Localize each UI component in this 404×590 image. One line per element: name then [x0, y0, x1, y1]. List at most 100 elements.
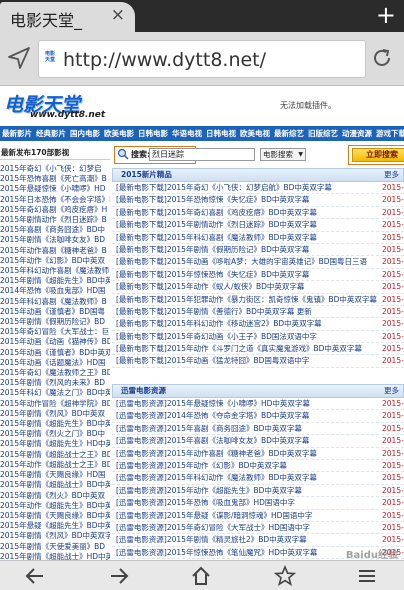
list-item[interactable]: [最新电影下载]2015年犯罪动作《暴力街区：凯奇惊悚《鬼镇》BD中英双字幕 20…: [112, 294, 404, 306]
movie-link[interactable]: [迅雷电影资源]2015年惊悚恐怖《笔仙魔咒》HD中英双字幕: [112, 548, 317, 557]
sidebar-link[interactable]: 2015年日本恐怖《不会会字塔》BD: [0, 195, 110, 205]
sidebar-link[interactable]: 2015年科幻《魔法之门》BD中英: [0, 388, 110, 398]
sidebar-link[interactable]: 2015年剧情《假期历险记》BD: [0, 317, 110, 327]
list-item[interactable]: [迅雷电影资源]2015年悬疑《谍影/暗洞惊魂》HD国语中字 2015-1: [112, 510, 404, 522]
list-item[interactable]: [迅雷电影资源]2015年喜剧《商务囧途》BD中英双字幕 2015-1: [112, 423, 404, 436]
list-item[interactable]: [最新电影下载]2015年动作《蚁人/蚁侠》BD中英双字幕 2015-1: [112, 281, 404, 294]
list-item[interactable]: [最新电影下载]2015年恐怖惊悚《失忆症》BD中英双字幕 2015-1: [112, 194, 404, 207]
sidebar-link[interactable]: 2015年剧情动作《烈日迷踪》B: [0, 215, 110, 225]
movie-link[interactable]: [最新电影下载]2015年恐怖惊悚《失忆症》BD中英双字幕: [112, 195, 309, 204]
list-item[interactable]: [最新电影下载]2015年动作《斗罗门之道《真实魔鬼游戏》BD中英双字幕 2015…: [112, 343, 404, 356]
refresh-icon[interactable]: [370, 46, 394, 70]
movie-link[interactable]: [最新电影下载]2015年科幻动作《移动迷宫2》BD中英双字幕: [112, 319, 322, 328]
site-logo[interactable]: 电影天堂 www.dytt8.net: [4, 90, 124, 124]
menu-item[interactable]: 欧美电视: [238, 126, 272, 141]
sidebar-link[interactable]: 2015年动作《超能战士之王》BD: [0, 460, 110, 470]
menu-item[interactable]: 经典影片: [34, 126, 68, 141]
list-item[interactable]: [最新电影下载]2015年科幻喜剧《魔法教师》BD中英双字幕 2015-1: [112, 232, 404, 244]
sidebar-link[interactable]: 2015年奇幻喜剧《鸡皮疙瘩》H: [0, 205, 110, 215]
movie-link[interactable]: [最新电影下载]2015年动作《蚁人/蚁侠》BD中英双字幕: [112, 282, 304, 291]
sidebar-link[interactable]: 2015年剧情《超能战士之王》BD: [0, 450, 110, 460]
sidebar-link[interactable]: 2015年剧情《超能先生》BD中英: [0, 419, 110, 429]
list-item[interactable]: [迅雷电影资源]2015年喜剧《法咖啡女友》BD中英双字幕 2015-1: [112, 435, 404, 448]
list-item[interactable]: [迅雷电影资源]2015年剧情《精灵旅社2》BD中英双字幕 2015-1: [112, 534, 404, 547]
movie-link[interactable]: [迅雷电影资源]2015年动作喜剧《糖神老爸》BD中英双字幕: [112, 449, 317, 458]
menu-item[interactable]: 欧美电影: [102, 126, 136, 141]
list-item[interactable]: [最新电影下载]2015年剧情《假期历险记》BD中英双字幕 2015-1: [112, 244, 404, 257]
sidebar-link[interactable]: 2015年剧情《烈风》BD中英双字: [0, 531, 110, 541]
list-item[interactable]: [迅雷电影资源]2015年奇幻冒险《大军战士》HD国语中字 2015-1: [112, 522, 404, 535]
menu-icon[interactable]: [356, 565, 378, 587]
movie-link[interactable]: [最新电影下载]2015年惊悚恐怖《失忆症》BD中英双字幕: [112, 270, 309, 279]
browser-tab-active[interactable]: 电影天堂_ ×: [0, 2, 135, 32]
home-icon[interactable]: [190, 565, 212, 587]
list-item[interactable]: [迅雷电影资源]2015年动作《超能先生》BD中英双字幕 2015-1: [112, 485, 404, 498]
movie-link[interactable]: [迅雷电影资源]2015年奇幻冒险《大军战士》HD国语中字: [112, 523, 310, 532]
new-tab-icon[interactable]: +: [376, 1, 396, 29]
movie-link[interactable]: [迅雷电影资源]2015年悬疑《谍影/暗洞惊魂》HD国语中字: [112, 511, 312, 520]
sidebar-link[interactable]: 2015年剧情《超能先生》HD中英: [0, 439, 110, 449]
search-input[interactable]: 烈日迷踪: [149, 148, 255, 161]
star-bookmark-icon[interactable]: [274, 565, 296, 587]
sidebar-link[interactable]: 2015年悬疑《超能先生》BD中英: [0, 521, 110, 531]
sidebar-link[interactable]: 2015年剧情《烈风的未来》BD: [0, 378, 110, 388]
sidebar-link[interactable]: 2014年恐怖《吸血鬼部》HD国: [0, 286, 110, 296]
movie-link[interactable]: [最新电影下载]2015年奇幻喜剧《鸡皮疙瘩》BD中英双字幕: [112, 208, 317, 217]
search-type-select[interactable]: 电影搜索 ▼: [260, 148, 306, 161]
sidebar-link[interactable]: 2015年恐怖喜剧《死亡高潮》B: [0, 174, 110, 184]
menu-item[interactable]: 动漫资源: [340, 126, 374, 141]
movie-link[interactable]: [迅雷电影资源]2015年悬疑惊悚《小啸啰》HD中英双字幕: [112, 399, 310, 408]
more-link[interactable]: 更多: [384, 385, 399, 397]
menu-item[interactable]: 旧版综艺: [306, 126, 340, 141]
list-item[interactable]: [迅雷电影资源]2015年恐怖《吸血鬼部》HD国语中字 2015-1: [112, 497, 404, 510]
url-input[interactable]: 电影天堂 http://www.dytt8.net/: [38, 40, 366, 78]
sidebar-link[interactable]: 2015年动画《谨慎者》BD国粤: [0, 307, 110, 317]
movie-link[interactable]: [最新电影下载]2015年剧情动作《烈日迷踪》BD中英双字幕: [112, 220, 317, 229]
list-item[interactable]: [迅雷电影资源]2015年科幻动作《魔法教师》BD中英双字幕 2015-1: [112, 472, 404, 485]
movie-link[interactable]: [迅雷电影资源]2015年喜剧《法咖啡女友》BD中英双字幕: [112, 436, 309, 445]
movie-link[interactable]: [最新电影下载]2015年剧情《善德行》BD中英双字幕 更新: [112, 307, 312, 316]
movie-link[interactable]: [最新电影下载]2015年动画《猛龙特囧》BD国粤双语中字: [112, 356, 309, 365]
sidebar-link[interactable]: 2015年科幻喜剧《魔法教师》B: [0, 297, 110, 307]
close-icon[interactable]: ×: [111, 5, 125, 25]
list-item[interactable]: [迅雷电影资源]2015年动作《幻影》BD中英双字幕 2015-1: [112, 460, 404, 473]
sidebar-link[interactable]: 2015年动作《超能先生》BD中英: [0, 501, 110, 511]
sidebar-link[interactable]: 2015年喜剧《商务囧途》BD中: [0, 225, 110, 235]
list-item[interactable]: [最新电影下载]2015年剧情动作《烈日迷踪》BD中英双字幕 2015-1: [112, 219, 404, 232]
movie-link[interactable]: [最新电影下载]2015年动作《斗罗门之道《真实魔鬼游戏》BD中英双字幕: [112, 344, 362, 353]
list-item[interactable]: [最新电影下载]2015年剧情《善德行》BD中英双字幕 更新 2015-1: [112, 306, 404, 319]
list-item[interactable]: [迅雷电影资源]2015年动作喜剧《糖神老爸》BD中英双字幕 2015-1: [112, 448, 404, 460]
list-item[interactable]: [最新电影下载]2015年奇幻《小飞侠：幻梦启航》BD中英双字幕 2015-1: [112, 182, 404, 195]
forward-arrow-icon[interactable]: [108, 565, 130, 587]
more-link[interactable]: 更多: [384, 169, 399, 181]
sidebar-link[interactable]: 2015年剧情《超能先生》BD中英: [0, 276, 110, 286]
sidebar-link[interactable]: 2015年动作冒险《超神学院》BD: [0, 399, 110, 409]
list-item[interactable]: [最新电影下载]2015年惊悚恐怖《失忆症》BD中英双字幕 2015-1: [112, 269, 404, 282]
list-item[interactable]: [最新电影下载]2015年动画《猛龙特囧》BD国粤双语中字 2015-1: [112, 355, 404, 368]
menu-item[interactable]: 最新综艺: [272, 126, 306, 141]
sidebar-link[interactable]: 2015年剧情《超能战士》HD中英: [0, 552, 110, 560]
list-item[interactable]: [最新电影下载]2015年奇幻动画《小王子》BD国法双语中字 2015-1: [112, 331, 404, 344]
menu-item[interactable]: 国内电影: [68, 126, 102, 141]
movie-link[interactable]: [迅雷电影资源]2015年剧情《精灵旅社2》BD中英双字幕: [112, 535, 307, 544]
sidebar-link[interactable]: 2015年动画《动画《猫神传》BD: [0, 337, 110, 347]
sidebar-link[interactable]: 2015年动作喜剧《糖神老爸》B: [0, 246, 110, 256]
movie-link[interactable]: [最新电影下载]2015年奇幻动画《小王子》BD国法双语中字: [112, 332, 317, 341]
movie-link[interactable]: [最新电影下载]2015年科幻喜剧《魔法教师》BD中英双字幕: [112, 233, 317, 242]
sidebar-link[interactable]: 2015年科幻动作喜剧《魔法教师: [0, 266, 110, 276]
movie-link[interactable]: [迅雷电影资源]2015年恐怖《吸血鬼部》HD国语中字: [112, 498, 295, 507]
movie-link[interactable]: [最新电影下载]2015年剧情《假期历险记》BD中英双字幕: [112, 245, 309, 254]
movie-link[interactable]: [迅雷电影资源]2014年恐怖《夺命金字塔》BD中英双字幕: [112, 411, 309, 420]
movie-link[interactable]: [最新电影下载]2015年动画《哆啦A梦：大雄的宇宙英雄记》BD国粤日三语: [112, 257, 367, 266]
sidebar-link[interactable]: 2015年剧情《天赐良缘》HD国: [0, 470, 110, 480]
send-icon[interactable]: [6, 45, 32, 71]
sidebar-link[interactable]: 2015年动画《话题魔法》HD国: [0, 358, 110, 368]
sidebar-link[interactable]: 2015年剧情《超能战士》BD中英: [0, 480, 110, 490]
menu-item[interactable]: 日韩电视: [204, 126, 238, 141]
list-item[interactable]: [最新电影下载]2015年奇幻喜剧《鸡皮疙瘩》BD中英双字幕 2015-1: [112, 207, 404, 220]
list-item[interactable]: [迅雷电影资源]2014年恐怖《夺命金字塔》BD中英双字幕 2015-1: [112, 410, 404, 423]
sidebar-link[interactable]: 2015年剧情《天使爱美丽》BD: [0, 542, 110, 552]
list-item[interactable]: [最新电影下载]2015年动画《哆啦A梦：大雄的宇宙英雄记》BD国粤日三语 201…: [112, 256, 404, 269]
sidebar-link[interactable]: 2015年动作《幻影》BD中英双: [0, 256, 110, 266]
menu-item[interactable]: 游戏下载: [374, 126, 404, 141]
